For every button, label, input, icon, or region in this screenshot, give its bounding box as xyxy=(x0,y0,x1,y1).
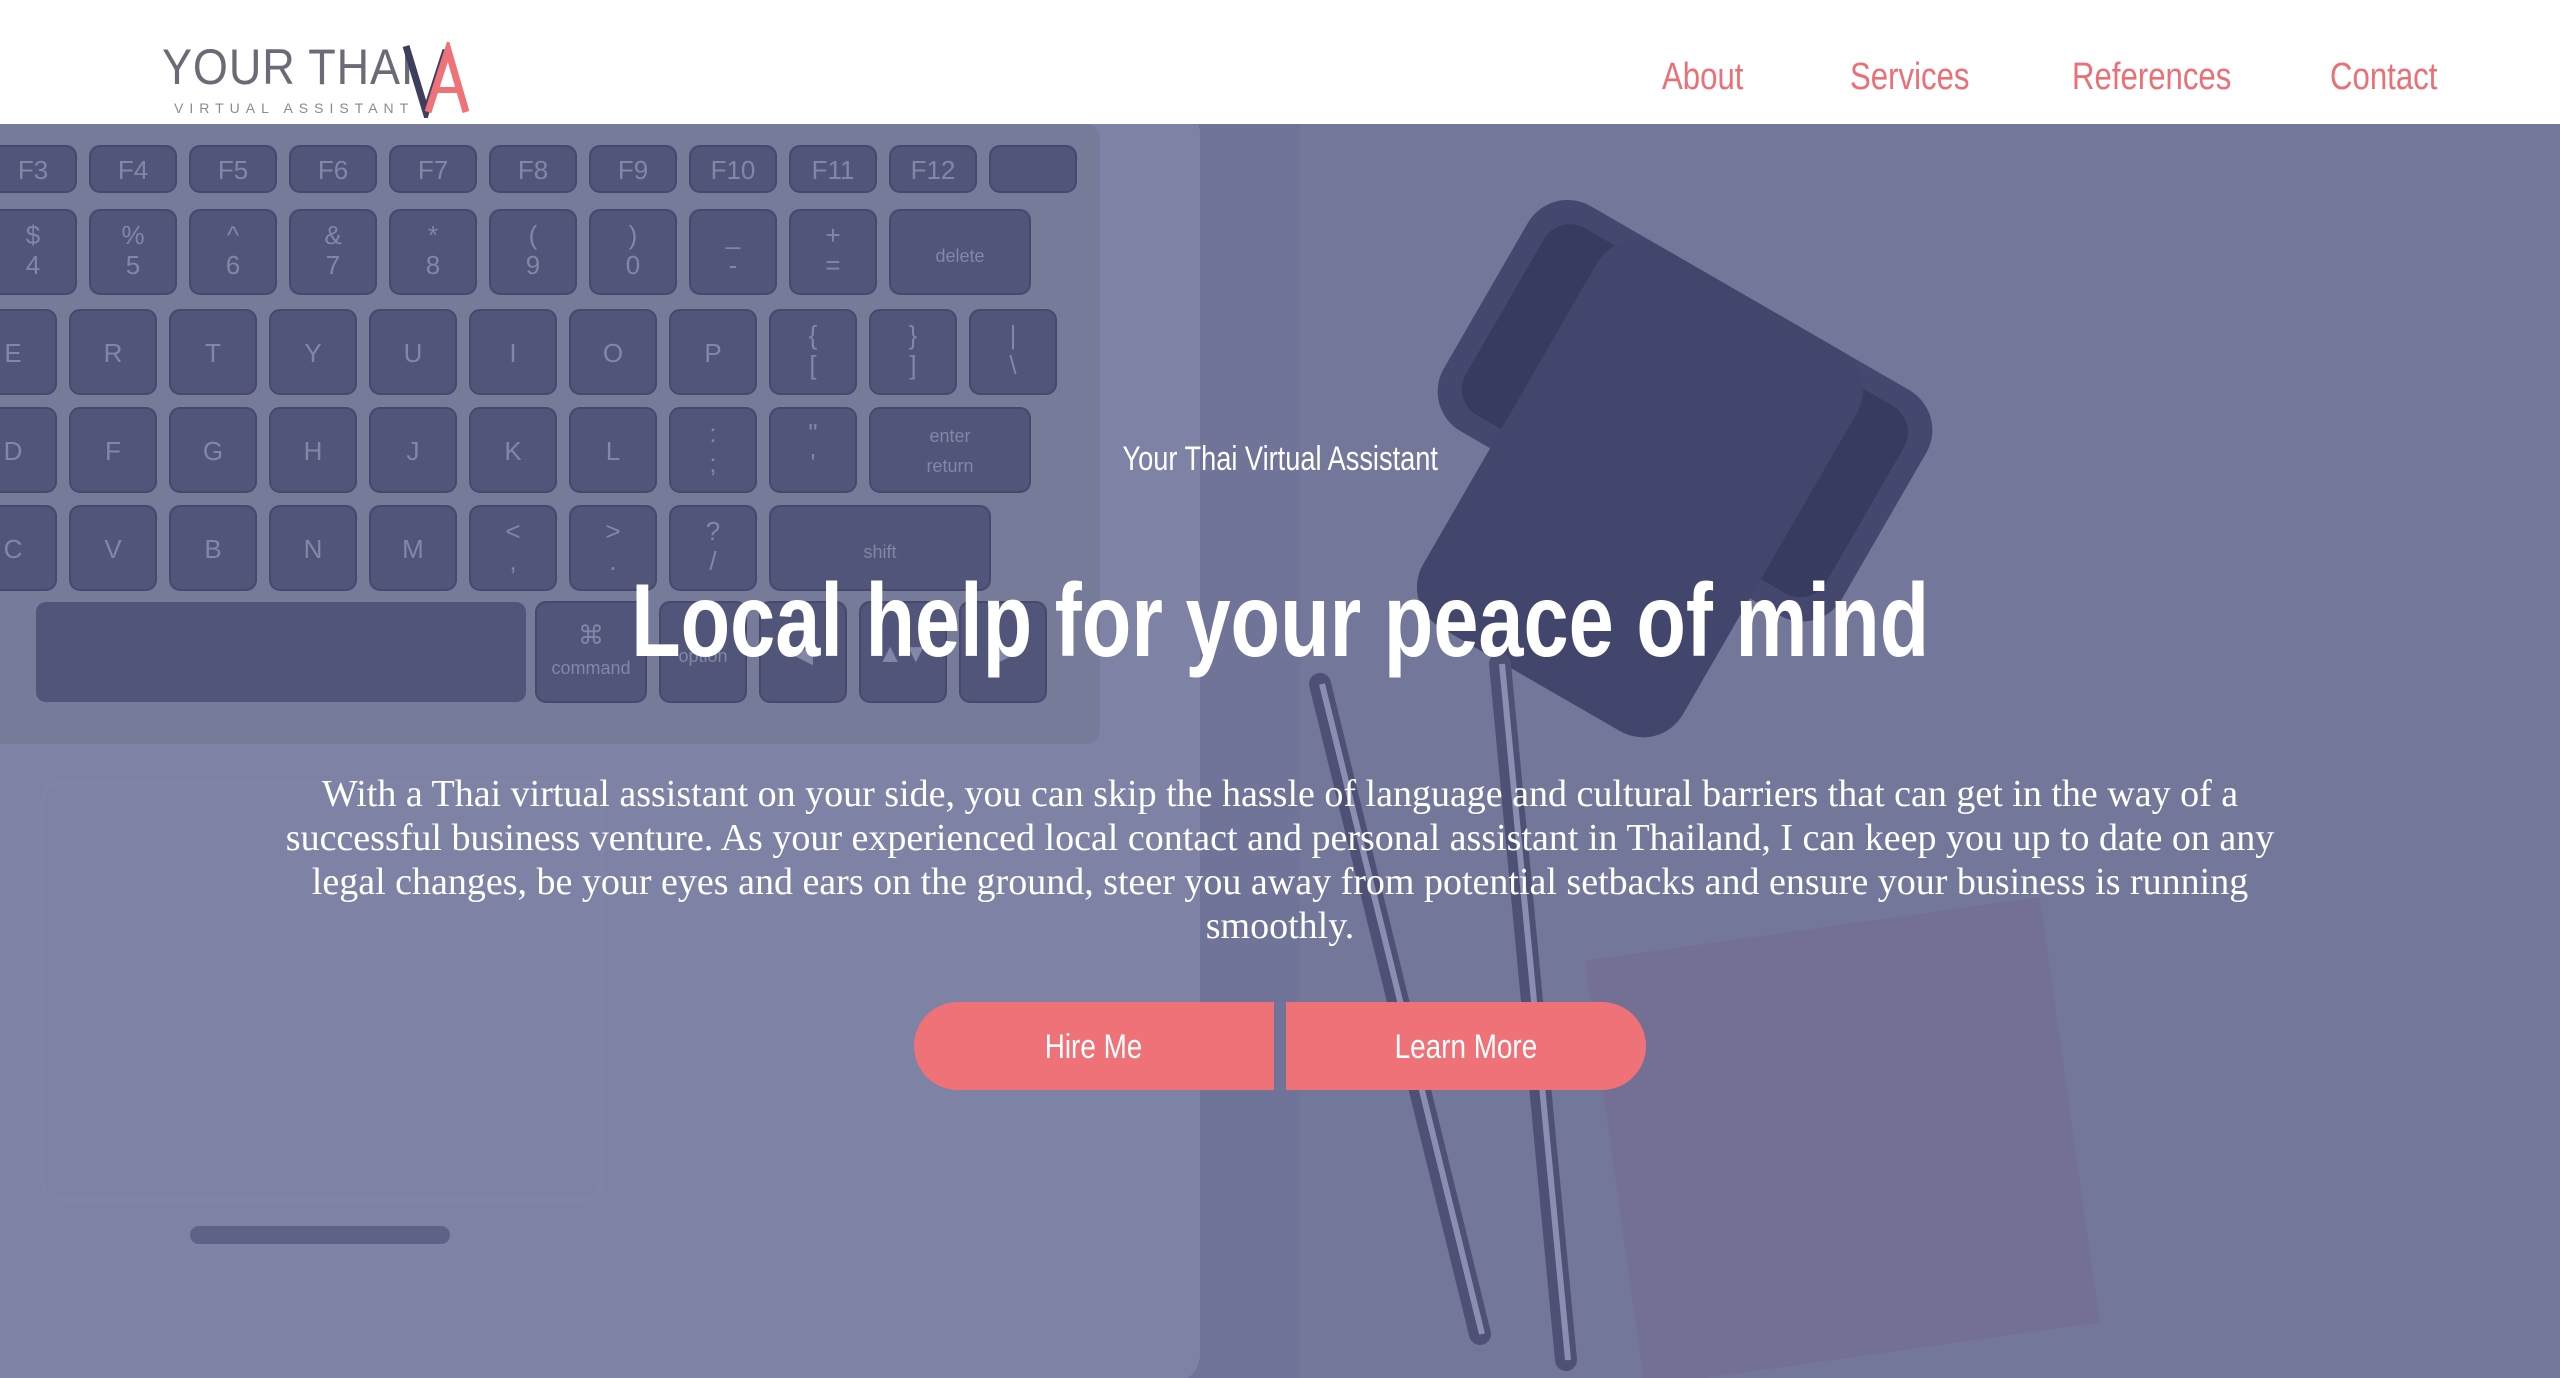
site-logo[interactable]: YOUR THAI VIRTUAL ASSISTANT xyxy=(162,38,492,120)
nav-references[interactable]: References xyxy=(2072,56,2231,99)
hero-title-text: Local help for your peace of mind xyxy=(630,563,1930,679)
learn-more-button[interactable]: Learn More xyxy=(1286,1002,1646,1090)
logo-wordmark: YOUR THAI xyxy=(162,39,415,95)
hire-me-button[interactable]: Hire Me xyxy=(914,1002,1274,1090)
va-monogram-icon xyxy=(402,42,470,118)
nav-contact[interactable]: Contact xyxy=(2330,56,2437,99)
nav-services[interactable]: Services xyxy=(1850,56,1969,99)
hero-kicker-text: Your Thai Virtual Assistant xyxy=(1122,440,1438,478)
hero-kicker: Your Thai Virtual Assistant xyxy=(0,440,2560,479)
site-header: YOUR THAI VIRTUAL ASSISTANT About Servic… xyxy=(0,0,2560,124)
logo-tagline: VIRTUAL ASSISTANT xyxy=(174,100,415,116)
hero-description: With a Thai virtual assistant on your si… xyxy=(285,773,2275,947)
hero-title: Local help for your peace of mind xyxy=(0,563,2560,679)
learn-more-label: Learn More xyxy=(1394,1028,1538,1066)
hero-tint-overlay xyxy=(0,124,2560,1378)
nav-about[interactable]: About xyxy=(1662,56,1743,99)
hero-section: F3 F4 F5 F6 F7 F8 F9 F10 F11 F12 $4% 5 ^ 6 & 7 * 8(9) 0 _ - +… xyxy=(0,124,2560,1378)
page: YOUR THAI VIRTUAL ASSISTANT About Servic… xyxy=(0,0,2560,1378)
hire-me-label: Hire Me xyxy=(1045,1028,1143,1066)
